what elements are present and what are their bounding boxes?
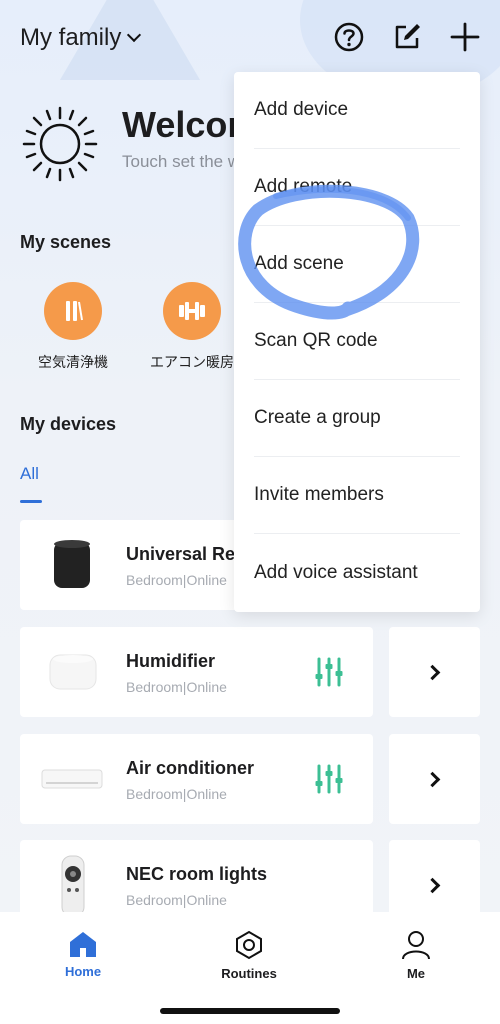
menu-item-scan-qr[interactable]: Scan QR code	[254, 303, 460, 380]
device-name: Humidifier	[126, 651, 216, 671]
family-selector[interactable]: My family	[20, 24, 142, 52]
bottom-nav: Home Routines Me	[0, 912, 500, 1024]
device-status: Bedroom|Online	[126, 679, 227, 695]
scene-icon-circle	[44, 282, 102, 340]
add-icon[interactable]	[448, 20, 482, 54]
home-icon	[70, 932, 96, 957]
user-icon	[402, 931, 430, 960]
nav-me[interactable]: Me	[366, 930, 466, 981]
menu-item-add-voice-assistant[interactable]: Add voice assistant	[254, 534, 460, 611]
menu-item-add-scene[interactable]: Add scene	[254, 226, 460, 303]
family-label: My family	[20, 24, 122, 51]
help-icon[interactable]	[332, 20, 366, 54]
device-status: Bedroom|Online	[126, 786, 227, 802]
air-conditioner-device	[41, 769, 103, 789]
tab-all[interactable]: All	[20, 464, 39, 484]
nav-me-label: Me	[406, 966, 426, 981]
home-indicator	[160, 1008, 340, 1014]
device-status: Bedroom|Online	[126, 892, 227, 908]
top-header: My family	[20, 18, 486, 62]
tab-indicator	[20, 500, 42, 503]
menu-item-invite-members[interactable]: Invite members	[254, 457, 460, 534]
scene-item[interactable]: エアコン暖房	[142, 282, 242, 372]
routines-hexagon-icon	[236, 930, 262, 960]
humidifier-device	[49, 654, 97, 690]
nav-routines-label: Routines	[221, 966, 277, 981]
nav-routines[interactable]: Routines	[199, 930, 299, 981]
menu-item-add-remote[interactable]: Add remote	[254, 149, 460, 226]
device-card[interactable]: Humidifier Bedroom|Online	[20, 627, 373, 717]
control-sliders-icon[interactable]	[315, 657, 343, 687]
chevron-right-icon	[424, 877, 441, 893]
pause-bars-icon	[66, 301, 83, 321]
device-detail-button[interactable]	[389, 734, 480, 824]
device-name: Air conditioner	[126, 758, 255, 778]
device-name: NEC room lights	[126, 864, 268, 884]
nav-home[interactable]: Home	[33, 930, 133, 979]
device-detail-button[interactable]	[389, 627, 480, 717]
menu-item-add-device[interactable]: Add device	[254, 72, 460, 149]
universal-remote-device	[54, 540, 90, 588]
scene-item[interactable]: 空気清浄機	[23, 282, 123, 372]
chevron-right-icon	[424, 664, 441, 680]
scenes-heading: My scenes	[20, 232, 112, 252]
chevron-down-icon	[127, 27, 142, 43]
nav-home-label: Home	[64, 964, 102, 979]
sun-icon	[22, 106, 98, 182]
scene-label: エアコン暖房	[150, 354, 234, 370]
add-menu-dropdown: Add device Add remote Add scene Scan QR …	[234, 72, 480, 612]
devices-heading: My devices	[20, 414, 117, 434]
device-card[interactable]: Air conditioner Bedroom|Online	[20, 734, 373, 824]
device-status: Bedroom|Online	[126, 572, 227, 588]
chevron-right-icon	[424, 771, 441, 787]
menu-item-create-group[interactable]: Create a group	[254, 380, 460, 457]
remote-control-device	[61, 855, 85, 916]
scene-label: 空気清浄機	[38, 354, 108, 370]
edit-icon[interactable]	[390, 20, 424, 54]
scene-icon-circle	[163, 282, 221, 340]
dumbbell-icon	[179, 302, 205, 320]
control-sliders-icon[interactable]	[315, 764, 343, 794]
